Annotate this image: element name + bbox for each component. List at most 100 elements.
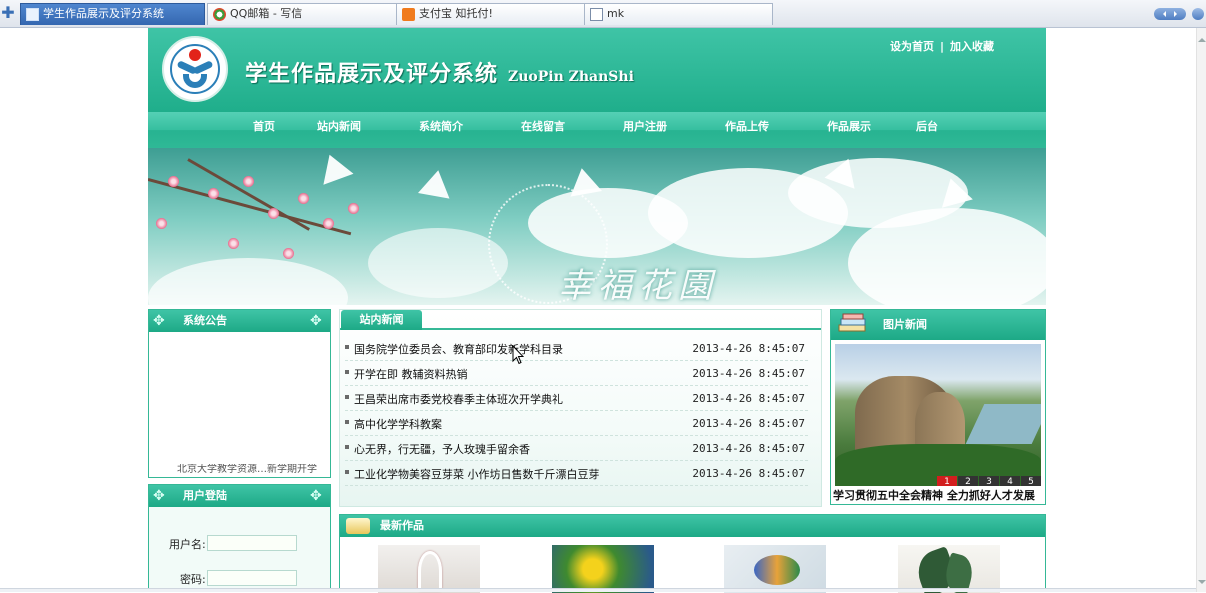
password-label: 密码: [180,573,206,586]
new-tab-plus-icon[interactable]: ✚ [0,4,16,22]
news-date: 2013-4-26 8:45:07 [692,367,805,380]
latest-works-title: 最新作品 [380,519,424,532]
cloud-shape [148,258,348,305]
alipay-icon [402,8,415,21]
work-thumbnail[interactable] [898,545,1000,593]
qq-icon [213,8,226,21]
nav-work-display[interactable]: 作品展示 [827,112,871,148]
blossom-icon [298,193,309,204]
bullet-icon [345,345,349,349]
pager-button-4[interactable]: 4 [1000,476,1020,486]
nav-system-intro[interactable]: 系统简介 [419,112,463,148]
login-title: 用户登陆 [183,489,227,502]
status-bar [0,588,1196,592]
notice-scroll-text[interactable]: 北京大学教学资源…新学期开学 [177,464,327,476]
banner-text: 幸福花園 [558,266,718,305]
username-label: 用户名: [169,538,206,551]
set-homepage-link[interactable]: 设为首页 [890,40,934,53]
work-thumbnail[interactable] [724,545,826,593]
work-thumbnail[interactable] [552,545,654,593]
notice-header: ✥ 系统公告 ✥ [149,310,330,332]
add-favorite-link[interactable]: 加入收藏 [950,40,994,53]
nav-admin[interactable]: 后台 [916,112,938,148]
tab-label: 学生作品展示及评分系统 [43,7,164,20]
news-title[interactable]: 高中化学学科教案 [354,416,442,432]
news-title[interactable]: 国务院学位委员会、教育部印发新学科目录 [354,341,563,357]
news-row[interactable]: 高中化学学科教案 2013-4-26 8:45:07 [345,411,808,436]
tab-label: 支付宝 知托付! [419,7,493,20]
ornament-icon: ✥ [310,313,322,329]
tab-mk[interactable]: mk [584,3,773,25]
site-logo[interactable] [162,36,228,102]
pager-button-1[interactable]: 1 [937,476,957,486]
tab-label: QQ邮箱 - 写信 [230,7,303,20]
tab-menu-icon[interactable] [1192,8,1204,20]
dove-icon [314,149,354,185]
password-input[interactable] [207,570,297,586]
latest-works-header: 最新作品 [340,515,1045,537]
page-scrollbar[interactable] [1196,28,1206,592]
news-title[interactable]: 工业化学物美容豆芽菜 小作坊日售数千斤漂白豆芽 [354,466,600,482]
blossom-icon [323,218,334,229]
news-row[interactable]: 开学在即 教辅资料热销 2013-4-26 8:45:07 [345,361,808,386]
blossom-icon [208,188,219,199]
blossom-icon [156,218,167,229]
tab-qq-mail[interactable]: QQ邮箱 - 写信 [207,3,397,25]
work-thumbnail[interactable] [378,545,480,593]
tab-alipay[interactable]: 支付宝 知托付! [396,3,585,25]
scroll-down-icon[interactable] [1198,580,1206,588]
tab-scroll-arrows-icon[interactable] [1154,8,1186,20]
site-subtitle: ZuoPin ZhanShi [508,69,634,85]
picture-news-header: 图片新闻 [831,310,1045,340]
bullet-icon [345,420,349,424]
site-news-panel: 站内新闻 国务院学位委员会、教育部印发新学科目录 2013-4-26 8:45:… [339,309,822,507]
page: 学生作品展示及评分系统 ZuoPin ZhanShi 设为首页 | 加入收藏 首页 站… [148,28,1046,593]
news-title[interactable]: 心无界，行无疆，予人玫瑰手留余香 [354,441,530,457]
swan-drawing [418,551,442,591]
main-nav: 首页 站内新闻 系统简介 在线留言 用户注册 作品上传 作品展示 后台 [148,112,1046,148]
site-header: 学生作品展示及评分系统 ZuoPin ZhanShi 设为首页 | 加入收藏 [148,28,1046,112]
nav-online-message[interactable]: 在线留言 [521,112,565,148]
nav-user-register[interactable]: 用户注册 [623,112,667,148]
news-row[interactable]: 国务院学位委员会、教育部印发新学科目录 2013-4-26 8:45:07 [345,336,808,361]
news-date: 2013-4-26 8:45:07 [692,417,805,430]
news-date: 2013-4-26 8:45:07 [692,392,805,405]
mouse-cursor-icon [512,345,524,365]
dove-icon [565,165,603,197]
nav-site-news[interactable]: 站内新闻 [317,112,361,148]
pager-button-3[interactable]: 3 [979,476,999,486]
pencil-icon [346,518,370,534]
nav-work-upload[interactable]: 作品上传 [725,112,769,148]
logo-head [189,49,201,61]
doc-icon [26,8,39,21]
scroll-up-icon[interactable] [1198,34,1206,42]
top-links-separator: | [939,40,944,53]
blossom-icon [243,176,254,187]
tab-student-works[interactable]: 学生作品展示及评分系统 [20,3,205,25]
notice-panel: ✥ 系统公告 ✥ 北京大学教学资源…新学期开学 [148,309,331,478]
tab-label: mk [607,7,625,20]
blossom-icon [268,208,279,219]
login-header: ✥ 用户登陆 ✥ [149,485,330,507]
site-title: 学生作品展示及评分系统 ZuoPin ZhanShi [245,56,634,88]
pager-button-5[interactable]: 5 [1021,476,1041,486]
dove-icon [417,167,455,199]
news-row[interactable]: 王昌荣出席市委党校春季主体班次开学典礼 2013-4-26 8:45:07 [345,386,808,411]
picture-news-caption[interactable]: 学习贯彻五中全会精神 全力抓好人才发展 [833,489,1043,503]
news-photo[interactable]: 12345 [835,344,1041,486]
blossom-icon [283,248,294,259]
pager-button-2[interactable]: 2 [958,476,978,486]
news-row[interactable]: 工业化学物美容豆芽菜 小作坊日售数千斤漂白豆芽 2013-4-26 8:45:0… [345,461,808,486]
site-news-title[interactable]: 站内新闻 [341,310,422,330]
fish-drawing [754,555,800,585]
books-icon [838,313,866,332]
news-title[interactable]: 开学在即 教辅资料热销 [354,366,468,382]
cloud-shape [368,228,508,298]
nav-home[interactable]: 首页 [253,112,275,148]
news-title[interactable]: 王昌荣出席市委党校春季主体班次开学典礼 [354,391,563,407]
ornament-icon: ✥ [310,488,322,504]
login-panel: ✥ 用户登陆 ✥ 用户名: 密码: [148,484,331,592]
news-row[interactable]: 心无界，行无疆，予人玫瑰手留余香 2013-4-26 8:45:07 [345,436,808,461]
username-input[interactable] [207,535,297,551]
picture-news-panel: 图片新闻 12345 学习贯彻五中全会精神 全力抓好人才发展 [830,309,1046,505]
